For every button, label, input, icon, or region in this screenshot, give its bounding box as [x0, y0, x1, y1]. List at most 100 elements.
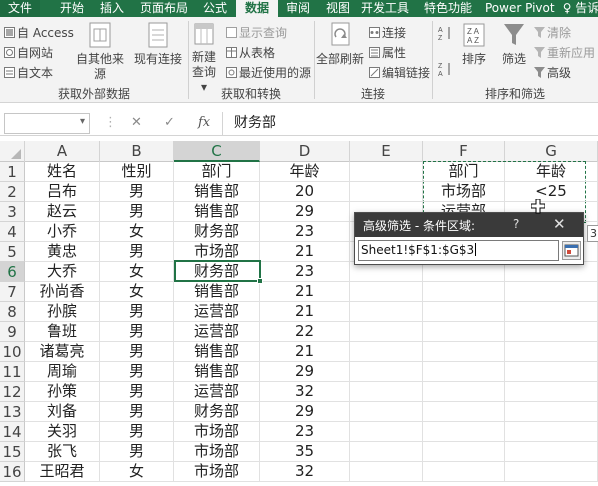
- row-header-9[interactable]: 9: [0, 322, 25, 342]
- cell-a10[interactable]: 诸葛亮: [25, 342, 100, 362]
- filter-button[interactable]: 筛选: [497, 21, 531, 67]
- cell-e9[interactable]: [350, 322, 423, 342]
- cell-c16[interactable]: 市场部: [174, 462, 260, 482]
- cell-d16[interactable]: 32: [260, 462, 350, 482]
- sort-button[interactable]: Z AA Z 排序: [455, 21, 493, 67]
- row-header-1[interactable]: 1: [0, 162, 25, 182]
- cell-a16[interactable]: 王昭君: [25, 462, 100, 482]
- connections-button[interactable]: 连接: [369, 24, 406, 41]
- recent-sources-button[interactable]: 最近使用的源: [226, 64, 311, 81]
- cell-b2[interactable]: 男: [100, 182, 174, 202]
- cell-f6[interactable]: [423, 262, 505, 282]
- cell-b8[interactable]: 男: [100, 302, 174, 322]
- column-header-b[interactable]: B: [100, 141, 174, 162]
- cell-b9[interactable]: 男: [100, 322, 174, 342]
- cell-c12[interactable]: 运营部: [174, 382, 260, 402]
- cell-d4[interactable]: 23: [260, 222, 350, 242]
- cell-g11[interactable]: [505, 362, 598, 382]
- row-header-12[interactable]: 12: [0, 382, 25, 402]
- show-queries-button[interactable]: 显示查询: [226, 24, 287, 41]
- cell-a13[interactable]: 刘备: [25, 402, 100, 422]
- cell-c6[interactable]: 财务部: [174, 262, 260, 282]
- tab-power-pivot[interactable]: Power Pivot: [485, 0, 555, 17]
- row-header-14[interactable]: 14: [0, 422, 25, 442]
- cell-c15[interactable]: 市场部: [174, 442, 260, 462]
- tab-special-features[interactable]: 特色功能: [423, 0, 473, 17]
- column-header-a[interactable]: A: [25, 141, 100, 162]
- cell-c3[interactable]: 销售部: [174, 202, 260, 222]
- cell-a12[interactable]: 孙策: [25, 382, 100, 402]
- cell-a5[interactable]: 黄忠: [25, 242, 100, 262]
- cell-e8[interactable]: [350, 302, 423, 322]
- cell-c1[interactable]: 部门: [174, 162, 260, 182]
- name-box[interactable]: ▾: [4, 113, 90, 134]
- row-header-7[interactable]: 7: [0, 282, 25, 302]
- column-header-c[interactable]: C: [174, 141, 260, 162]
- cell-g7[interactable]: [505, 282, 598, 302]
- cell-a14[interactable]: 关羽: [25, 422, 100, 442]
- tab-review[interactable]: 审阅: [281, 0, 315, 17]
- sort-ascending-button[interactable]: AZ: [438, 25, 452, 44]
- cell-f15[interactable]: [423, 442, 505, 462]
- cell-c13[interactable]: 财务部: [174, 402, 260, 422]
- cell-c9[interactable]: 运营部: [174, 322, 260, 342]
- cell-f2[interactable]: 市场部: [423, 182, 505, 202]
- formula-input[interactable]: 财务部: [222, 112, 598, 135]
- cell-a3[interactable]: 赵云: [25, 202, 100, 222]
- cell-e12[interactable]: [350, 382, 423, 402]
- cell-g2[interactable]: <25: [505, 182, 598, 202]
- cell-g8[interactable]: [505, 302, 598, 322]
- cell-f14[interactable]: [423, 422, 505, 442]
- cell-g9[interactable]: [505, 322, 598, 342]
- row-header-16[interactable]: 16: [0, 462, 25, 482]
- cell-a2[interactable]: 吕布: [25, 182, 100, 202]
- row-header-6[interactable]: 6: [0, 262, 25, 282]
- cell-c8[interactable]: 运营部: [174, 302, 260, 322]
- cell-a6[interactable]: 大乔: [25, 262, 100, 282]
- cell-e1[interactable]: [350, 162, 423, 182]
- from-text-button[interactable]: 自文本: [4, 64, 53, 81]
- tab-data[interactable]: 数据: [236, 0, 278, 17]
- tab-home[interactable]: 开始: [55, 0, 89, 17]
- row-header-4[interactable]: 4: [0, 222, 25, 242]
- cell-d14[interactable]: 23: [260, 422, 350, 442]
- clear-filter-button[interactable]: 清除: [534, 24, 571, 41]
- cell-e16[interactable]: [350, 462, 423, 482]
- cell-f8[interactable]: [423, 302, 505, 322]
- advanced-filter-button[interactable]: 高级: [534, 64, 571, 81]
- cell-e6[interactable]: [350, 262, 423, 282]
- cell-d6[interactable]: 23: [260, 262, 350, 282]
- cell-d8[interactable]: 21: [260, 302, 350, 322]
- cell-g1[interactable]: 年龄: [505, 162, 598, 182]
- cell-d5[interactable]: 21: [260, 242, 350, 262]
- cell-c7[interactable]: 销售部: [174, 282, 260, 302]
- cell-e10[interactable]: [350, 342, 423, 362]
- cell-g15[interactable]: [505, 442, 598, 462]
- reapply-button[interactable]: 重新应用: [534, 44, 595, 61]
- cell-f7[interactable]: [423, 282, 505, 302]
- criteria-range-input[interactable]: Sheet1!$F$1:$G$3: [358, 240, 559, 261]
- cell-d11[interactable]: 29: [260, 362, 350, 382]
- cell-b6[interactable]: 女: [100, 262, 174, 282]
- worksheet-grid[interactable]: 1 姓名 性别 部门 年龄 部门 年龄 2 吕布男销售部 20 市场部 <25 3 赵云男销售部 29 运营部…: [0, 161, 598, 486]
- cell-c5[interactable]: 市场部: [174, 242, 260, 262]
- column-header-e[interactable]: E: [350, 141, 423, 162]
- cell-f9[interactable]: [423, 322, 505, 342]
- sort-descending-button[interactable]: ZA: [438, 61, 452, 80]
- cell-c11[interactable]: 销售部: [174, 362, 260, 382]
- row-header-10[interactable]: 10: [0, 342, 25, 362]
- cell-c2[interactable]: 销售部: [174, 182, 260, 202]
- tab-file[interactable]: 文件: [0, 0, 40, 17]
- row-header-8[interactable]: 8: [0, 302, 25, 322]
- row-header-13[interactable]: 13: [0, 402, 25, 422]
- column-header-f[interactable]: F: [423, 141, 505, 162]
- cell-e7[interactable]: [350, 282, 423, 302]
- cell-f11[interactable]: [423, 362, 505, 382]
- cell-f1[interactable]: 部门: [423, 162, 505, 182]
- enter-formula-button[interactable]: ✓: [164, 115, 175, 130]
- cell-d10[interactable]: 21: [260, 342, 350, 362]
- cell-c4[interactable]: 财务部: [174, 222, 260, 242]
- new-query-button[interactable]: 新建 查询 ▾: [188, 21, 220, 95]
- dialog-help-button[interactable]: ?: [513, 217, 519, 231]
- existing-connections-button[interactable]: 现有连接: [133, 21, 183, 67]
